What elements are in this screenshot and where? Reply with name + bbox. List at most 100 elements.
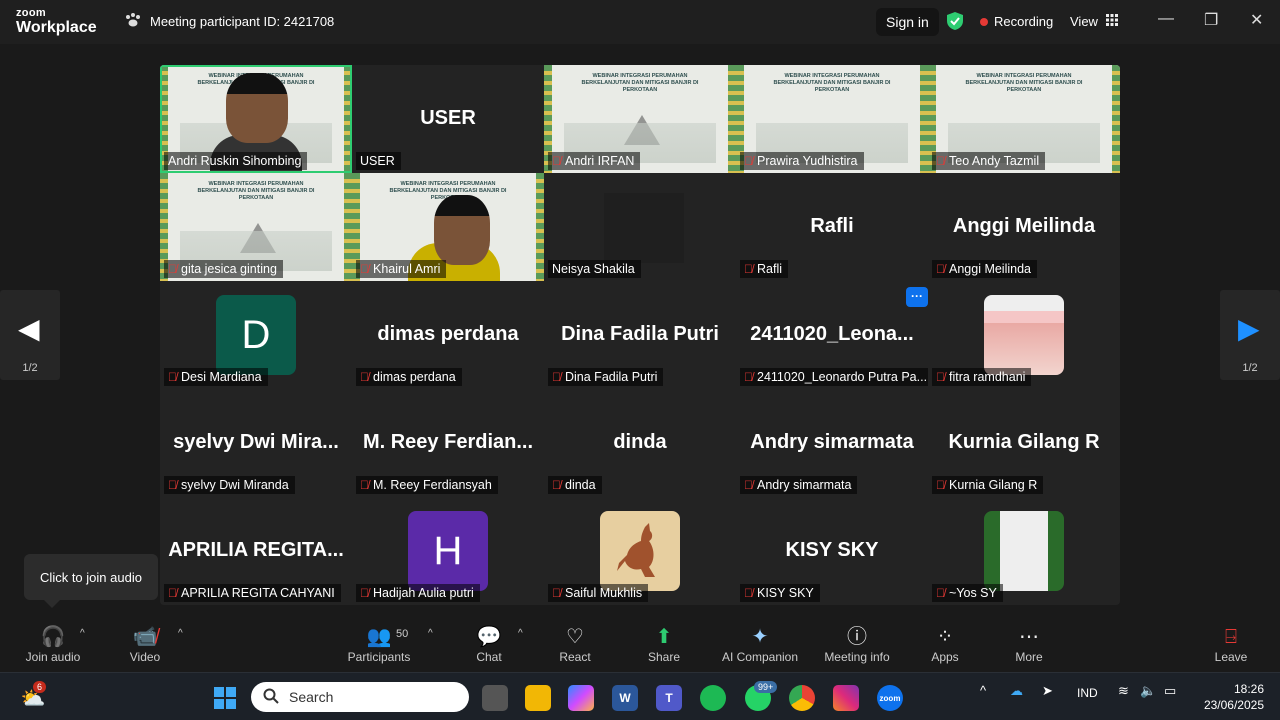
participant-tile[interactable]: syelvy Dwi Mira... 🎙̸ syelvy Dwi Miranda [160, 389, 352, 497]
name-label: 🎙̸ KISY SKY [740, 584, 820, 602]
participant-tile[interactable]: dimas perdana 🎙̸ dimas perdana [352, 281, 544, 389]
share-button[interactable]: ⬆ Share [619, 624, 709, 670]
chevron-up-icon[interactable]: ^ [80, 628, 85, 639]
meeting-id-label: Meeting participant ID: 2421708 [150, 14, 335, 29]
participant-tile[interactable]: WEBINAR INTEGRASI PERUMAHAN BERKELANJUTA… [544, 65, 736, 173]
chevron-up-icon[interactable]: ^ [428, 628, 433, 639]
mic-muted-icon: 🎙̸ [936, 370, 945, 384]
volume-icon[interactable]: 🔈 [1140, 683, 1156, 699]
more-options-button[interactable]: ··· [906, 287, 928, 307]
name-label: 🎙̸ M. Reey Ferdiansyah [356, 476, 498, 494]
spotify-icon[interactable] [700, 685, 726, 711]
participants-button[interactable]: 👥 Participants [334, 624, 424, 670]
clock-time: 18:26 [1233, 682, 1264, 696]
participant-big-name: syelvy Dwi Mira... [173, 431, 339, 453]
apps-button[interactable]: ⁘ Apps [900, 624, 990, 670]
participant-big-name: dinda [613, 431, 667, 453]
participant-tile[interactable]: H 🎙̸ Hadijah Aulia putri [352, 497, 544, 605]
participant-big-name: Anggi Meilinda [952, 215, 1096, 237]
search-icon [263, 688, 279, 707]
participants-count: 50 [396, 628, 409, 640]
video-button[interactable]: 📹̸ Video [100, 624, 190, 670]
meeting-info-button[interactable]: ⓘ Meeting info [812, 624, 902, 670]
participant-tile[interactable]: Kurnia Gilang R 🎙̸ Kurnia Gilang R [928, 389, 1120, 497]
location-icon[interactable]: ➤ [1042, 683, 1053, 699]
copilot-icon[interactable] [568, 685, 594, 711]
language-indicator[interactable]: IND [1077, 686, 1098, 700]
participant-tile[interactable]: M. Reey Ferdian... 🎙̸ M. Reey Ferdiansyah [352, 389, 544, 497]
name-label: 🎙̸ Anggi Meilinda [932, 260, 1037, 278]
task-view-icon[interactable] [482, 685, 508, 711]
participant-tile[interactable]: Anggi Meilinda 🎙̸ Anggi Meilinda [928, 173, 1120, 281]
participant-tile[interactable]: WEBINAR INTEGRASI PERUMAHAN BERKELANJUTA… [160, 173, 352, 281]
clock-date: 23/06/2025 [1203, 698, 1264, 712]
name-label: 🎙̸ Andry simarmata [740, 476, 858, 494]
restore-icon[interactable]: ❐ [1204, 10, 1218, 30]
chevron-up-icon[interactable]: ^ [178, 628, 183, 639]
participant-tile[interactable]: USER USER [352, 65, 544, 173]
windows-start-icon[interactable] [212, 685, 238, 711]
chrome-icon[interactable] [789, 685, 815, 711]
mic-muted-icon: 🎙̸ [168, 478, 177, 492]
windows-taskbar: ⛅ 6 Search W T 99+ zoom ^ ☁ ➤ IND ≋ 🔈 ▭ … [0, 672, 1280, 720]
paw-icon [124, 12, 142, 31]
taskbar-search[interactable]: Search [251, 682, 469, 712]
leave-button[interactable]: ⍈ Leave [1186, 624, 1276, 670]
participant-tile[interactable]: 🎙̸ ~Yos SY [928, 497, 1120, 605]
more-button[interactable]: ⋯ More [984, 624, 1074, 670]
ai-companion-button[interactable]: ✦ AI Companion [715, 624, 805, 670]
wifi-icon[interactable]: ≋ [1118, 683, 1129, 699]
view-button[interactable]: View [1070, 14, 1118, 29]
name-label: 🎙̸ Saiful Mukhlis [548, 584, 649, 602]
participant-tile[interactable]: WEBINAR INTEGRASI PERUMAHAN BERKELANJUTA… [928, 65, 1120, 173]
shield-icon[interactable] [946, 11, 964, 36]
mic-muted-icon: 🎙̸ [744, 370, 753, 384]
participant-tile[interactable]: dinda 🎙̸ dinda [544, 389, 736, 497]
participant-tile[interactable]: WEBINAR INTEGRASI PERUMAHAN BERKELANJUTA… [352, 173, 544, 281]
participant-tile[interactable]: 🎙̸ fitra ramdhani [928, 281, 1120, 389]
battery-icon[interactable]: ▭ [1164, 683, 1176, 699]
weather-badge: 6 [33, 681, 47, 693]
participant-tile[interactable]: KISY SKY 🎙̸ KISY SKY [736, 497, 928, 605]
mic-muted-icon: 🎙̸ [936, 478, 945, 492]
next-page-button[interactable]: ▶ 1/2 [1220, 290, 1280, 380]
participant-tile[interactable]: Dina Fadila Putri 🎙̸ Dina Fadila Putri [544, 281, 736, 389]
zoom-app-icon[interactable]: zoom [877, 685, 903, 711]
teams-icon[interactable]: T [656, 685, 682, 711]
record-dot-icon [980, 17, 988, 26]
chevron-up-icon[interactable]: ^ [980, 683, 986, 698]
participant-tile[interactable]: 2411020_Leona... 🎙̸ 2411020_Leonardo Putr… [736, 281, 928, 389]
video-off-placeholder [604, 193, 684, 263]
system-clock[interactable]: 18:26 23/06/2025 [1196, 681, 1264, 713]
participant-tile[interactable]: D 🎙̸ Desi Mardiana [160, 281, 352, 389]
onedrive-icon[interactable]: ☁ [1010, 683, 1023, 699]
name-label: 🎙̸ APRILIA REGITA CAHYANI [164, 584, 341, 602]
participant-tile[interactable]: Andry simarmata 🎙̸ Andry simarmata [736, 389, 928, 497]
mic-muted-icon: 🎙̸ [360, 478, 369, 492]
chevron-up-icon[interactable]: ^ [518, 628, 523, 639]
file-explorer-icon[interactable] [525, 685, 551, 711]
instagram-icon[interactable] [833, 685, 859, 711]
chevron-left-icon: ◀ [18, 313, 40, 344]
mic-muted-icon: 🎙̸ [936, 154, 945, 168]
meeting-id[interactable]: Meeting participant ID: 2421708 [124, 12, 334, 31]
grid-icon [1105, 14, 1118, 29]
participant-tile[interactable]: Neisya Shakila [544, 173, 736, 281]
sign-in-button[interactable]: Sign in [876, 8, 939, 36]
close-icon[interactable]: ✕ [1250, 10, 1263, 30]
participant-tile[interactable]: WEBINAR INTEGRASI PERUMAHAN BERKELANJUTA… [736, 65, 928, 173]
mic-muted-icon: 🎙̸ [744, 262, 753, 276]
participant-tile[interactable]: Rafli 🎙̸ Rafli [736, 173, 928, 281]
react-button[interactable]: ♡ React [530, 624, 620, 670]
prev-page-button[interactable]: ◀ 1/2 [0, 290, 60, 380]
participant-tile[interactable]: APRILIA REGITA... 🎙̸ APRILIA REGITA CAHYA… [160, 497, 352, 605]
more-icon: ⋯ [1019, 626, 1039, 648]
minimize-icon[interactable]: — [1158, 10, 1174, 28]
participant-tile[interactable]: 🎙̸ Saiful Mukhlis [544, 497, 736, 605]
participant-tile[interactable]: WEBINAR INTEGRASI PERUMAHAN BERKELANJUTA… [160, 65, 352, 173]
name-label: 🎙̸ Khairul Amri [356, 260, 447, 278]
recording-indicator[interactable]: Recording [980, 14, 1053, 29]
participant-big-name: Kurnia Gilang R [948, 431, 1100, 453]
info-icon: ⓘ [847, 626, 867, 648]
word-icon[interactable]: W [612, 685, 638, 711]
